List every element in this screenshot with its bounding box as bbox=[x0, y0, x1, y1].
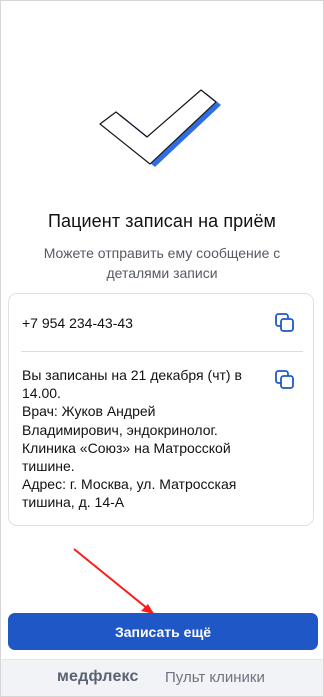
card-divider bbox=[21, 351, 303, 352]
appointment-details-card: +7 954 234-43-43 Вы записаны на 21 декаб… bbox=[8, 293, 314, 526]
appointment-success-screen: Пациент записан на приём Можете отправит… bbox=[0, 0, 324, 697]
patient-phone: +7 954 234-43-43 bbox=[22, 315, 133, 331]
brand-logo: медфлекс bbox=[57, 668, 139, 685]
page-title: Пациент записан на приём bbox=[47, 211, 277, 231]
footer: медфлекс Пульт клиники bbox=[1, 659, 323, 696]
copy-message-icon[interactable] bbox=[274, 369, 296, 391]
check-mark-icon bbox=[99, 89, 221, 167]
confirmation-subtitle: Можете отправить ему сообщение с деталям… bbox=[43, 245, 281, 281]
appointment-message: Вы записаны на 21 декабря (чт) в 14.00. … bbox=[22, 367, 242, 511]
copy-phone-icon[interactable] bbox=[274, 312, 296, 334]
patient-phone-row: +7 954 234-43-43 bbox=[9, 294, 313, 352]
footer-panel-name: Пульт клиники bbox=[165, 669, 265, 686]
book-again-button[interactable]: Записать ещё bbox=[8, 613, 318, 650]
